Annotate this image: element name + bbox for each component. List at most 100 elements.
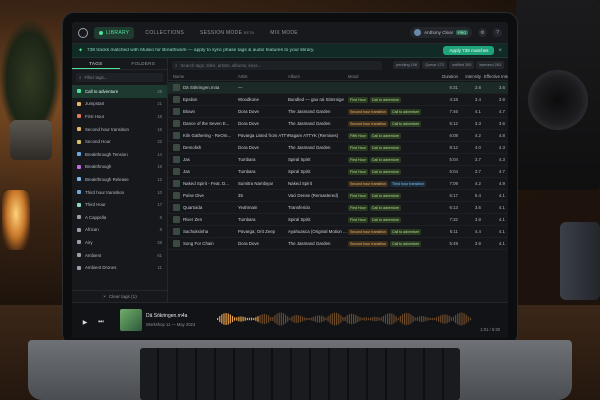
table-row[interactable]: Epsilon Woodkone Bundled — gao rai Stimmig… xyxy=(168,94,508,106)
header-name[interactable]: Name xyxy=(168,74,238,79)
table-row[interactable]: Jas Tumbara Spiral Spirit First Hour Call to… xyxy=(168,166,508,178)
filter-tags-input[interactable]: ⌕ Filter tags... xyxy=(76,73,163,82)
waveform[interactable] xyxy=(217,311,472,327)
mood-tag[interactable]: Second hour transition xyxy=(348,180,388,187)
tab-tags[interactable]: TAGS xyxy=(72,58,120,69)
help-icon[interactable]: ? xyxy=(493,28,502,37)
sidebar-tag-item[interactable]: Third Hour 17 xyxy=(72,198,167,211)
sidebar-tag-item[interactable]: Breakthrough 19 xyxy=(72,161,167,174)
tag-color-swatch xyxy=(77,89,81,94)
next-icon[interactable]: ⏭ xyxy=(96,317,106,327)
mood-tag[interactable]: First Hour xyxy=(348,144,368,151)
table-row[interactable]: Jas Tumbara Spiral Spirit First Hour Call to… xyxy=(168,154,508,166)
chip-queue[interactable]: Queue 172 xyxy=(422,61,447,69)
table-row[interactable]: Dā Sōkringen.m4a — 6:31 2.8 3.6 xyxy=(168,82,508,94)
mood-tag[interactable]: First Hour xyxy=(348,96,368,103)
search-placeholder: Search tags, titles, artists, albums, ke… xyxy=(180,63,262,68)
tag-name: A Cappella xyxy=(85,214,107,220)
header-duration[interactable]: Duration xyxy=(438,74,461,79)
waveform-bar xyxy=(387,313,389,325)
table-row[interactable]: Blown Dora Dove The Jasmand Garden Second h… xyxy=(168,106,508,118)
close-icon[interactable]: × xyxy=(498,48,502,54)
table-row[interactable]: Demolish Dora Dove The Jasmand Garden First… xyxy=(168,142,508,154)
waveform-bar xyxy=(238,316,240,322)
sidebar-tag-item[interactable]: Breakthrough Release 12 xyxy=(72,173,167,186)
track-artist: Pavarga Listed from ATTYK xyxy=(238,133,288,138)
sidebar-tag-item[interactable]: Ambient Drones 11 xyxy=(72,261,167,274)
mood-tag[interactable]: Call to adventure xyxy=(369,96,401,103)
chip-untitled[interactable]: untitled 350 xyxy=(448,61,475,69)
sidebar-tag-item[interactable]: Third hour transition 10 xyxy=(72,186,167,199)
chip-tweezed[interactable]: tweezed 263 xyxy=(476,61,504,69)
table-row[interactable]: Song For Chain Dora Dove The Jasmand Garde… xyxy=(168,238,508,250)
waveform-bar xyxy=(221,314,223,324)
mood-tag[interactable]: Fifth Hour xyxy=(348,132,368,139)
mood-tag[interactable]: Second hour transition xyxy=(348,108,388,115)
mood-tag[interactable]: Call to adventure xyxy=(369,204,401,211)
sidebar-tag-item[interactable]: Ambient 61 xyxy=(72,249,167,262)
sidebar-tag-item[interactable]: Second Hour 22 xyxy=(72,135,167,148)
mood-tag[interactable]: Call to adventure xyxy=(369,144,401,151)
sidebar-tag-item[interactable]: Second hour transition 16 xyxy=(72,123,167,136)
header-mood[interactable]: Mood xyxy=(348,74,438,79)
clear-tags-button[interactable]: × Clear tags (1) xyxy=(72,290,168,302)
mood-tag[interactable]: Third hour transition xyxy=(389,180,426,187)
mood-tag[interactable]: First Hour xyxy=(348,168,368,175)
settings-gear-icon[interactable]: ⚙ xyxy=(478,28,487,37)
sidebar-tag-item[interactable]: Airy 28 xyxy=(72,236,167,249)
chip-pending[interactable]: pending 108 xyxy=(393,61,421,69)
table-row[interactable]: Kiln Gathering - ReOm... Pavarga Listed f… xyxy=(168,130,508,142)
waveform-bar xyxy=(376,316,378,322)
table-row[interactable]: River Zen Tumbara Spiral Spirit First Hour C… xyxy=(168,214,508,226)
track-effective-intensity: 4.1 xyxy=(498,217,505,222)
mood-tag[interactable]: First Hour xyxy=(348,216,368,223)
track-album: Vaci Dense (Remastered) xyxy=(288,193,339,198)
search-input[interactable]: ⌕ Search tags, titles, artists, albums, … xyxy=(172,61,382,70)
mood-tag[interactable]: First Hour xyxy=(348,192,368,199)
track-thumbnail xyxy=(173,96,180,103)
play-icon[interactable]: ▶ xyxy=(80,317,90,327)
table-row[interactable]: Sachuksinha Pavarga; Orit Zeep Ayahuasca (… xyxy=(168,226,508,238)
sidebar-tag-item[interactable]: African 8 xyxy=(72,224,167,237)
header-intensity[interactable]: Intensity xyxy=(461,74,484,79)
mood-tag[interactable]: Second hour transition xyxy=(348,120,388,127)
table-row[interactable]: Quartoida Yeahmain Transferido First Hour Ca… xyxy=(168,202,508,214)
mood-tag[interactable]: Call to adventure xyxy=(389,108,422,115)
table-row[interactable]: Dance of the Seven E... Dora Dove The Jasm… xyxy=(168,118,508,130)
mood-tag[interactable]: Call to adventure xyxy=(389,120,422,127)
mood-tag[interactable]: Call to adventure xyxy=(369,156,401,163)
header-album[interactable]: Album xyxy=(288,74,348,79)
header-artist[interactable]: Artist xyxy=(238,74,288,79)
header-effective[interactable]: Effective Intensity xyxy=(484,74,508,79)
sidebar-tag-item[interactable]: First Hour 18 xyxy=(72,110,167,123)
waveform-bar xyxy=(291,316,293,322)
track-artist: Tumbara xyxy=(238,169,256,174)
mood-tag[interactable]: Call to adventure xyxy=(389,228,422,235)
table-row[interactable]: Naked Spirit - Feat. D... Sumitra Nambiya… xyxy=(168,178,508,190)
mood-tag[interactable]: Call to adventure xyxy=(389,240,422,247)
tab-folders[interactable]: FOLDERS xyxy=(120,58,168,69)
home-icon[interactable] xyxy=(78,27,88,38)
mood-tag[interactable]: Call to adventure xyxy=(369,168,401,175)
track-thumbnail xyxy=(173,204,180,211)
tab-library[interactable]: LIBRARY xyxy=(94,26,135,39)
user-menu[interactable]: Anthony Clear PRO xyxy=(410,27,472,38)
table-row[interactable]: Pulse Dive 35 Vaci Dense (Remastered) First… xyxy=(168,190,508,202)
tab-mix-mode[interactable]: MIX MODE xyxy=(265,27,303,39)
sidebar-tag-item[interactable]: Breakthrough Tension 14 xyxy=(72,148,167,161)
tab-session-mode[interactable]: SESSION MODE BETA xyxy=(195,27,259,39)
mood-tag[interactable]: Call to adventure xyxy=(369,132,401,139)
sidebar-tag-item[interactable]: Call to adventure 25 xyxy=(72,85,167,98)
mood-tag[interactable]: First Hour xyxy=(348,204,368,211)
track-duration: 5:49 xyxy=(449,241,458,246)
mood-tag[interactable]: First Hour xyxy=(348,156,368,163)
sidebar-tag-item[interactable]: Jumpstart 21 xyxy=(72,98,167,111)
sidebar-tag-item[interactable]: A Cappella 9 xyxy=(72,211,167,224)
apply-matches-button[interactable]: Apply 738 matches xyxy=(443,46,495,55)
mood-tag[interactable]: Call to adventure xyxy=(369,216,401,223)
tab-collections[interactable]: COLLECTIONS xyxy=(140,27,189,39)
mood-tag[interactable]: Call to adventure xyxy=(369,192,401,199)
mood-tag[interactable]: Second hour transition xyxy=(348,228,388,235)
mood-tag[interactable]: Second hour transition xyxy=(348,240,388,247)
track-thumbnail xyxy=(173,156,180,163)
